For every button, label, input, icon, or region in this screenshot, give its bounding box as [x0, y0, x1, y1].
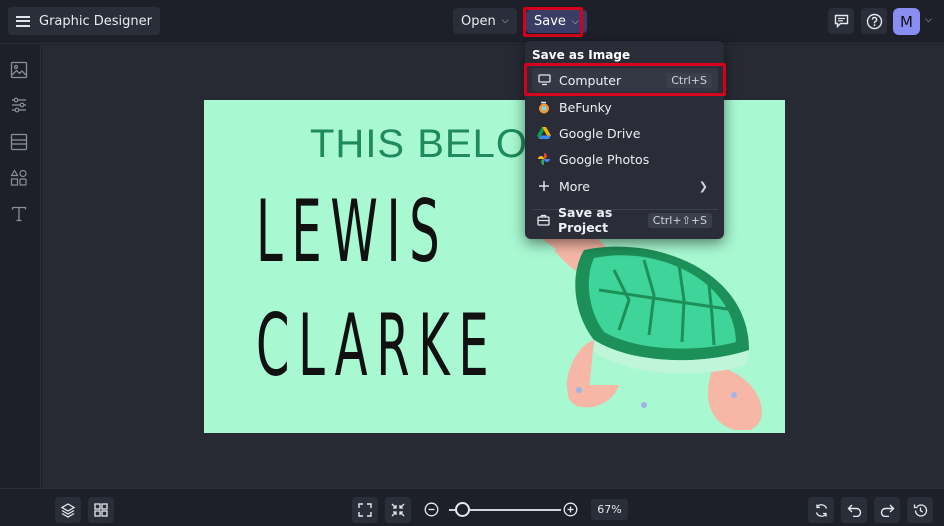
redo-icon: [880, 504, 894, 517]
layers-icon: [60, 503, 76, 518]
shapes-icon[interactable]: [10, 169, 28, 187]
zoom-slider-thumb[interactable]: [455, 502, 470, 517]
headline-text[interactable]: THIS BELO: [310, 122, 528, 167]
menu-item-save-as-project[interactable]: Save as Project Ctrl+⇧+S: [532, 205, 718, 235]
zoom-in-icon[interactable]: [563, 502, 578, 517]
undo-button[interactable]: [841, 497, 867, 523]
menu-item-google-drive[interactable]: Google Drive: [532, 121, 718, 145]
left-toolbar: [0, 45, 41, 488]
google-drive-icon: [537, 126, 551, 140]
open-button[interactable]: Open ⌵: [453, 8, 517, 34]
comment-icon: [834, 14, 848, 28]
grid-button[interactable]: [88, 497, 114, 523]
menu-item-more[interactable]: More ❯: [532, 174, 718, 198]
hamburger-icon: [16, 15, 30, 27]
google-photos-icon: [537, 152, 551, 166]
expand-icon: [358, 503, 372, 517]
history-button[interactable]: [907, 497, 933, 523]
menu-item-befunky[interactable]: BeFunky: [532, 95, 718, 119]
actual-size-button[interactable]: [385, 497, 411, 523]
computer-item-highlight: [524, 63, 726, 96]
bottom-bar: 67%: [0, 488, 944, 526]
turtle-illustration[interactable]: [534, 230, 784, 430]
collapse-icon: [391, 503, 405, 517]
top-bar: Graphic Designer Open ⌵ Save ⌵ M ⌵: [0, 0, 944, 44]
shortcut-badge: Ctrl+⇧+S: [647, 212, 712, 228]
chevron-down-icon[interactable]: ⌵: [925, 15, 932, 25]
zoom-value[interactable]: 67%: [591, 499, 628, 520]
zoom-out-icon[interactable]: [424, 502, 439, 517]
chevron-down-icon: ⌵: [501, 16, 509, 26]
refresh-button[interactable]: [808, 497, 834, 523]
fit-to-screen-button[interactable]: [352, 497, 378, 523]
chevron-right-icon: ❯: [698, 179, 708, 193]
app-title: Graphic Designer: [39, 13, 152, 29]
comments-button[interactable]: [828, 8, 854, 34]
save-as-image-header: Save as Image: [532, 48, 631, 62]
undo-icon: [847, 504, 861, 517]
history-icon: [913, 503, 927, 517]
befunky-icon: [537, 100, 551, 114]
text-icon[interactable]: [10, 205, 28, 223]
menu-item-label: Google Drive: [559, 125, 641, 141]
sliders-icon[interactable]: [10, 96, 28, 114]
briefcase-icon: [537, 213, 550, 227]
layout-icon[interactable]: [10, 133, 28, 151]
main-menu-button[interactable]: Graphic Designer: [8, 7, 160, 35]
save-button-highlight: [523, 7, 583, 37]
avatar[interactable]: M: [893, 8, 920, 35]
menu-item-label: Google Photos: [559, 151, 650, 167]
menu-item-label: BeFunky: [559, 99, 612, 115]
help-button[interactable]: [861, 8, 887, 34]
name-line-1[interactable]: LEWIS: [256, 182, 448, 282]
menu-item-label: Save as Project: [558, 205, 613, 235]
refresh-icon: [815, 503, 827, 517]
grid-icon: [94, 503, 108, 517]
layers-button[interactable]: [55, 497, 81, 523]
menu-item-google-photos[interactable]: Google Photos: [532, 147, 718, 171]
menu-item-label: More: [559, 178, 590, 194]
name-line-2[interactable]: CLARKE: [256, 296, 497, 396]
image-icon[interactable]: [10, 61, 28, 79]
open-label: Open: [461, 13, 496, 29]
help-icon: [866, 13, 882, 29]
plus-icon: [537, 179, 551, 193]
redo-button[interactable]: [874, 497, 900, 523]
